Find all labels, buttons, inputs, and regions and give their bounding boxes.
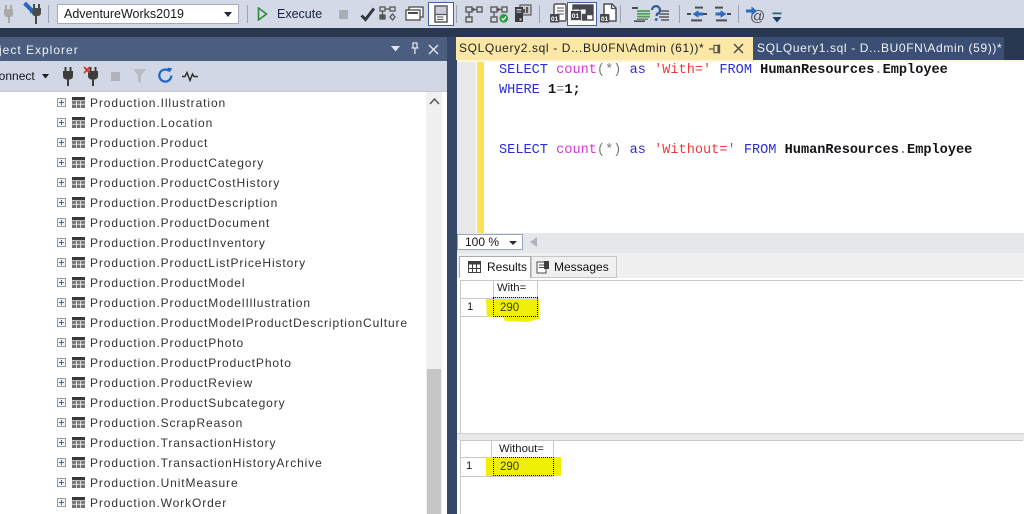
svg-text:01: 01 [601,16,609,23]
svg-text:01: 01 [572,13,580,20]
svg-text:01: 01 [551,16,559,23]
